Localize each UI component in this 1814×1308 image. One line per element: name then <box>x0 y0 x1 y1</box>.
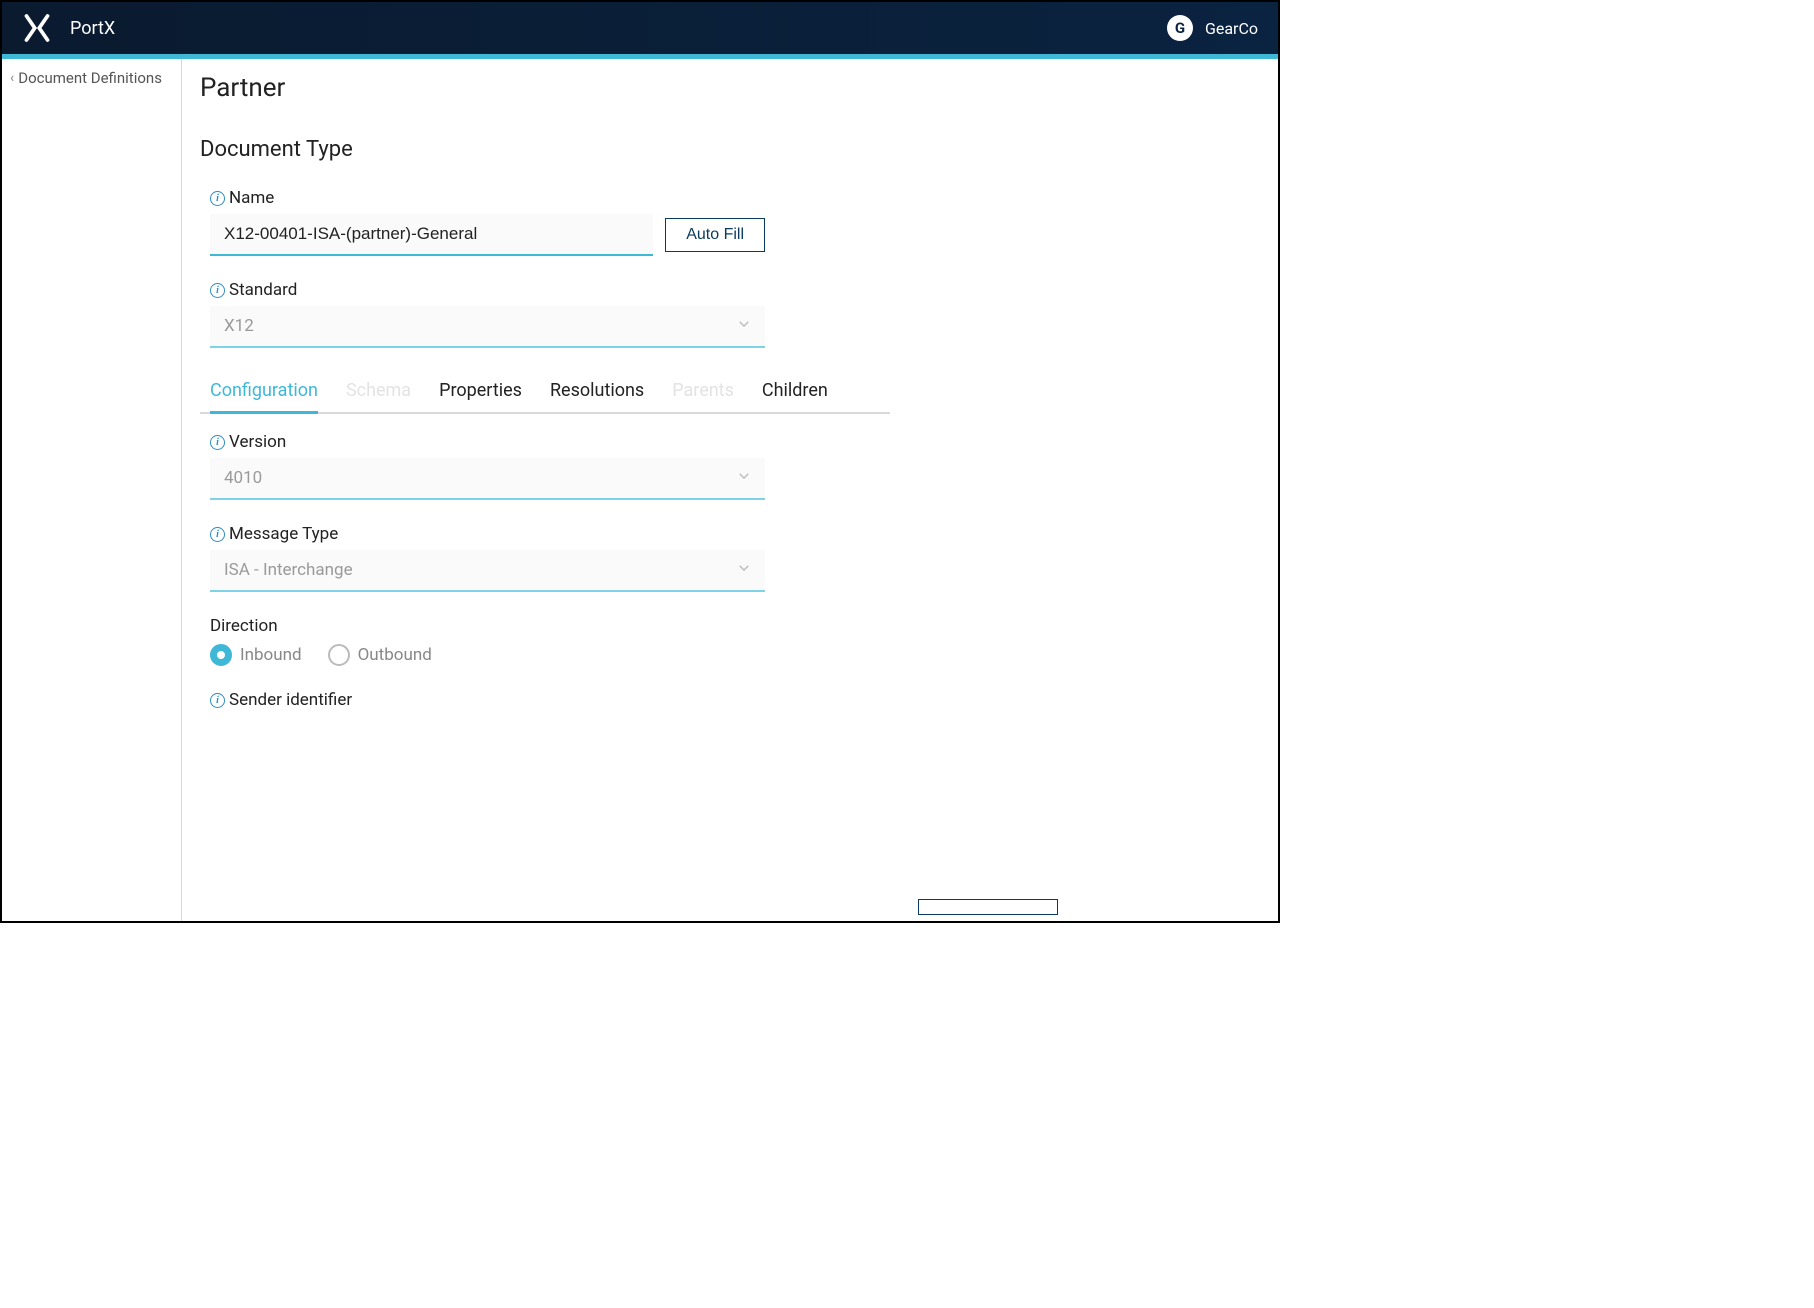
main-content: Partner Document Type i Name Auto Fill i… <box>182 59 1278 921</box>
info-icon[interactable]: i <box>210 283 225 298</box>
message-type-value: ISA - Interchange <box>224 560 353 580</box>
page-title: Partner <box>200 73 1248 103</box>
app-header: PortX G GearCo <box>2 2 1278 54</box>
standard-select[interactable]: X12 <box>210 306 765 348</box>
tabs: Configuration Schema Properties Resoluti… <box>200 372 890 414</box>
sender-identifier-label: Sender identifier <box>229 690 352 710</box>
message-type-select[interactable]: ISA - Interchange <box>210 550 765 592</box>
app-logo-icon <box>22 13 52 43</box>
tab-properties[interactable]: Properties <box>439 374 522 414</box>
chevron-left-icon: ‹ <box>10 70 14 86</box>
partial-button[interactable] <box>918 899 1058 915</box>
version-value: 4010 <box>224 468 262 488</box>
back-link-document-definitions[interactable]: ‹ Document Definitions <box>10 69 181 87</box>
chevron-down-icon <box>737 316 751 336</box>
tab-children[interactable]: Children <box>762 374 828 414</box>
info-icon[interactable]: i <box>210 693 225 708</box>
field-direction: Direction Inbound Outbound <box>200 616 765 666</box>
field-name: i Name Auto Fill <box>200 188 765 256</box>
tab-configuration[interactable]: Configuration <box>210 374 318 414</box>
auto-fill-button[interactable]: Auto Fill <box>665 218 765 252</box>
chevron-down-icon <box>737 560 751 580</box>
header-left: PortX <box>22 13 115 43</box>
direction-label: Direction <box>210 616 765 636</box>
standard-value: X12 <box>224 316 254 336</box>
name-label: Name <box>229 188 274 208</box>
message-type-label: Message Type <box>229 524 338 544</box>
header-right[interactable]: G GearCo <box>1167 15 1258 41</box>
radio-circle-icon <box>210 644 232 666</box>
back-link-label: Document Definitions <box>18 69 162 87</box>
radio-inbound-label: Inbound <box>240 645 302 665</box>
tab-parents: Parents <box>672 374 734 414</box>
chevron-down-icon <box>737 468 751 488</box>
radio-outbound[interactable]: Outbound <box>328 644 432 666</box>
name-input[interactable] <box>210 214 653 256</box>
app-name: PortX <box>70 18 115 39</box>
field-version: i Version 4010 <box>200 432 765 500</box>
field-sender-identifier: i Sender identifier <box>200 690 765 710</box>
radio-outbound-label: Outbound <box>358 645 432 665</box>
info-icon[interactable]: i <box>210 191 225 206</box>
version-select[interactable]: 4010 <box>210 458 765 500</box>
avatar[interactable]: G <box>1167 15 1193 41</box>
info-icon[interactable]: i <box>210 527 225 542</box>
version-label: Version <box>229 432 286 452</box>
section-title: Document Type <box>200 137 1248 162</box>
field-message-type: i Message Type ISA - Interchange <box>200 524 765 592</box>
tab-resolutions[interactable]: Resolutions <box>550 374 644 414</box>
org-name: GearCo <box>1205 19 1258 38</box>
standard-label: Standard <box>229 280 297 300</box>
info-icon[interactable]: i <box>210 435 225 450</box>
radio-circle-icon <box>328 644 350 666</box>
field-standard: i Standard X12 <box>200 280 765 348</box>
tab-schema: Schema <box>346 374 411 414</box>
sidebar: ‹ Document Definitions <box>2 59 182 921</box>
radio-inbound[interactable]: Inbound <box>210 644 302 666</box>
